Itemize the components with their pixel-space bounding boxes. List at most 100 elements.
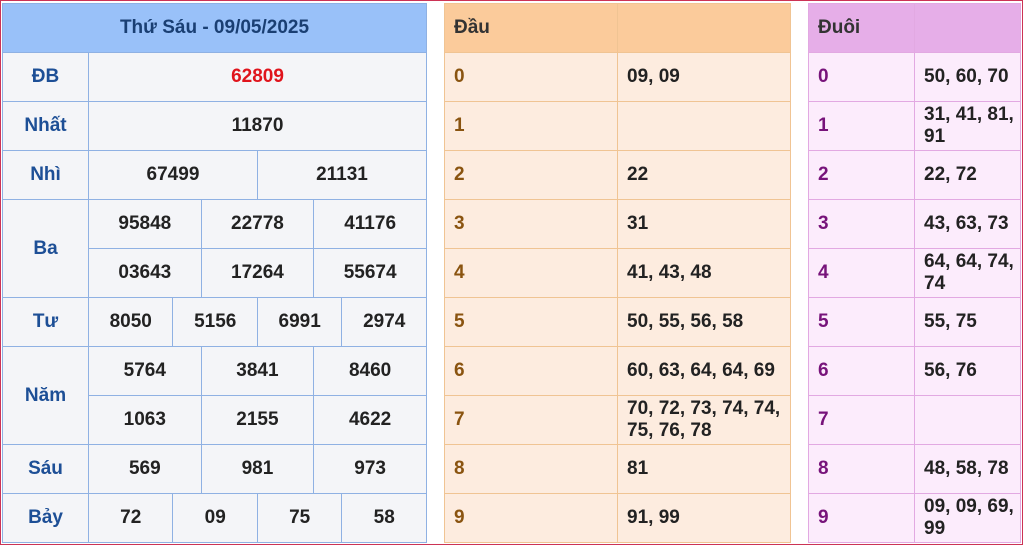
prize-value-nam: 1063 — [88, 395, 202, 445]
prize-value-tu: 8050 — [87, 297, 174, 347]
duoi-row: 7 — [808, 395, 1021, 445]
dau-values: 41, 43, 48 — [617, 248, 791, 298]
dau-values: 70, 72, 73, 74, 74, 75, 76, 78 — [617, 395, 791, 445]
duoi-row: 9 09, 09, 69, 99 — [808, 493, 1021, 543]
results-header-row: Thứ Sáu - 09/05/2025 — [2, 3, 427, 53]
dau-row: 2 22 — [444, 150, 791, 200]
duoi-row: 0 50, 60, 70 — [808, 52, 1021, 102]
prize-value-nam: 4622 — [313, 395, 427, 445]
duoi-row: 2 22, 72 — [808, 150, 1021, 200]
duoi-values — [914, 395, 1021, 445]
prize-row-nhat: Nhất 11870 — [2, 101, 427, 151]
duoi-table: Đuôi 0 50, 60, 70 1 31, 41, 81, 91 2 22, 72… — [808, 3, 1021, 543]
duoi-key: 6 — [808, 346, 915, 396]
dau-key: 8 — [444, 444, 618, 494]
duoi-header: Đuôi — [808, 3, 915, 53]
dau-key: 6 — [444, 346, 618, 396]
prize-value-ba: 17264 — [200, 248, 315, 298]
dau-values: 31 — [617, 199, 791, 249]
prize-value-nhi: 67499 — [88, 150, 258, 200]
results-title: Thứ Sáu - 09/05/2025 — [2, 3, 427, 53]
duoi-header-values — [914, 3, 1021, 53]
duoi-key: 7 — [808, 395, 915, 445]
dau-values: 91, 99 — [617, 493, 791, 543]
duoi-key: 8 — [808, 444, 915, 494]
duoi-values: 56, 76 — [914, 346, 1021, 396]
dau-row: 3 31 — [444, 199, 791, 249]
duoi-key: 1 — [808, 101, 915, 151]
dau-key: 1 — [444, 101, 618, 151]
dau-row: 5 50, 55, 56, 58 — [444, 297, 791, 347]
prize-row-nhi: Nhì 67499 21131 — [2, 150, 428, 200]
prize-value-db: 62809 — [88, 52, 427, 102]
duoi-values: 31, 41, 81, 91 — [914, 101, 1021, 151]
prize-value-sau: 569 — [88, 444, 202, 494]
prize-label-ba: Ba — [2, 199, 89, 298]
duoi-values: 09, 09, 69, 99 — [914, 493, 1021, 543]
dau-table: Đầu 0 09, 09 1 2 22 3 31 4 41, 43, 48 5 50, 5… — [444, 3, 791, 543]
prize-row-nam: Năm 5764 3841 8460 — [2, 346, 427, 445]
duoi-row: 6 56, 76 — [808, 346, 1021, 396]
duoi-row: 3 43, 63, 73 — [808, 199, 1021, 249]
prize-value-nam: 2155 — [200, 395, 315, 445]
dau-header-row: Đầu — [444, 3, 791, 53]
prize-value-ba: 03643 — [88, 248, 202, 298]
dau-row: 0 09, 09 — [444, 52, 791, 102]
dau-header: Đầu — [444, 3, 618, 53]
prize-row-db: ĐB 62809 — [2, 52, 427, 102]
duoi-values: 55, 75 — [914, 297, 1021, 347]
duoi-values: 64, 64, 74, 74 — [914, 248, 1021, 298]
duoi-row: 1 31, 41, 81, 91 — [808, 101, 1021, 151]
prize-label-bay: Bảy — [2, 493, 89, 543]
duoi-row: 8 48, 58, 78 — [808, 444, 1021, 494]
prize-value-sau: 981 — [200, 444, 315, 494]
dau-key: 9 — [444, 493, 618, 543]
duoi-key: 2 — [808, 150, 915, 200]
dau-values: 60, 63, 64, 64, 69 — [617, 346, 791, 396]
duoi-key: 4 — [808, 248, 915, 298]
dau-values — [617, 101, 791, 151]
duoi-values: 22, 72 — [914, 150, 1021, 200]
duoi-key: 5 — [808, 297, 915, 347]
dau-row: 6 60, 63, 64, 64, 69 — [444, 346, 791, 396]
prize-value-nam: 3841 — [200, 346, 315, 396]
prize-value-nhat: 11870 — [88, 101, 427, 151]
prize-value-ba: 55674 — [313, 248, 427, 298]
prize-row-ba: Ba 95848 22778 41176 — [2, 199, 427, 298]
prize-value-bay: 58 — [341, 493, 427, 543]
prize-value-bay: 75 — [256, 493, 343, 543]
prize-row-tu: Tư 8050 5156 6991 2974 — [2, 297, 427, 347]
duoi-key: 9 — [808, 493, 915, 543]
prize-value-tu: 2974 — [341, 297, 427, 347]
prize-label-nam: Năm — [2, 346, 89, 445]
dau-key: 5 — [444, 297, 618, 347]
prize-label-tu: Tư — [2, 297, 89, 347]
duoi-values: 50, 60, 70 — [914, 52, 1021, 102]
prize-label-nhi: Nhì — [2, 150, 89, 200]
prize-label-sau: Sáu — [2, 444, 89, 494]
dau-values: 50, 55, 56, 58 — [617, 297, 791, 347]
duoi-row: 5 55, 75 — [808, 297, 1021, 347]
duoi-values: 43, 63, 73 — [914, 199, 1021, 249]
dau-row: 4 41, 43, 48 — [444, 248, 791, 298]
prize-value-bay: 72 — [87, 493, 174, 543]
prize-row-bay: Bảy 72 09 75 58 — [2, 493, 427, 543]
prize-row-sau: Sáu 569 981 973 — [2, 444, 427, 494]
dau-row: 1 — [444, 101, 791, 151]
dau-values: 09, 09 — [617, 52, 791, 102]
duoi-row: 4 64, 64, 74, 74 — [808, 248, 1021, 298]
prize-value-sau: 973 — [313, 444, 427, 494]
prize-value-nam: 5764 — [88, 346, 202, 396]
prize-value-ba: 22778 — [200, 199, 315, 249]
prize-value-tu: 6991 — [256, 297, 343, 347]
prize-value-tu: 5156 — [172, 297, 258, 347]
duoi-key: 0 — [808, 52, 915, 102]
dau-key: 4 — [444, 248, 618, 298]
prize-label-db: ĐB — [2, 52, 89, 102]
prize-value-nhi: 21131 — [256, 150, 428, 200]
dau-row: 9 91, 99 — [444, 493, 791, 543]
dau-row: 8 81 — [444, 444, 791, 494]
duoi-key: 3 — [808, 199, 915, 249]
dau-key: 0 — [444, 52, 618, 102]
dau-row: 7 70, 72, 73, 74, 74, 75, 76, 78 — [444, 395, 791, 445]
